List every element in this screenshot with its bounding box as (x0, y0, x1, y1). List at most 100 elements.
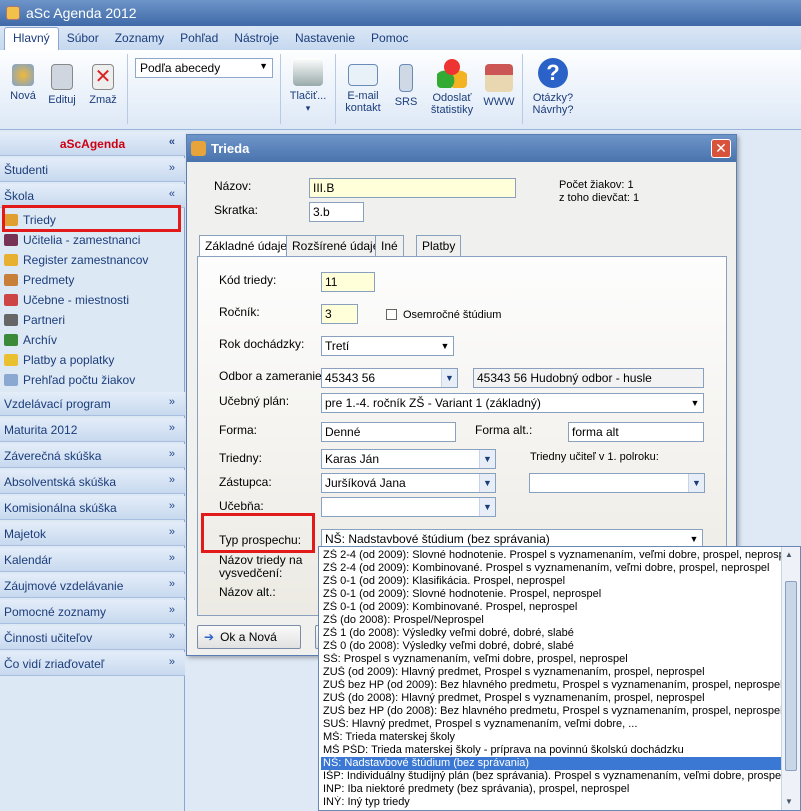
home-icon (485, 64, 513, 92)
list-item[interactable]: IŠP: Individuálny študijný plán (bez spr… (321, 770, 781, 783)
sidebar-section-maturita[interactable]: Maturita 2012» (0, 418, 185, 442)
ucebna-select[interactable]: ▼ (321, 497, 496, 517)
odoslat-statistiky-button[interactable]: Odoslať štatistiky (426, 58, 478, 116)
plan-select[interactable]: pre 1.-4. ročník ZŠ - Variant 1 (základn… (321, 393, 704, 413)
list-item[interactable]: ZŠ 0-1 (od 2009): Klasifikácia. Prospel,… (321, 575, 781, 588)
list-item[interactable]: ZŠ 0-1 (od 2009): Slovné hodnotenie. Pro… (321, 588, 781, 601)
scrollbar[interactable]: ▲ ▼ (781, 547, 800, 810)
forma-alt-input[interactable]: forma alt (568, 422, 704, 442)
menu-zoznamy[interactable]: Zoznamy (107, 28, 172, 50)
list-item[interactable]: ZŠ 1 (do 2008): Výsledky veľmi dobré, do… (321, 627, 781, 640)
sidebar-item-predmety[interactable]: Predmety (4, 270, 74, 290)
ribbon-toolbar: Nová Edituj ✕ Zmaž Podľa abecedy ▼ Tlačiť.… (0, 50, 801, 130)
sidebar-section-pomocne[interactable]: Pomocné zoznamy» (0, 600, 185, 624)
srs-button[interactable]: SRS (392, 64, 420, 108)
forma-input[interactable]: Denné (321, 422, 456, 442)
scrollbar-thumb[interactable] (785, 581, 797, 771)
plan-label: Učebný plán: (219, 394, 290, 408)
teachers-icon (4, 234, 18, 246)
scroll-down-icon[interactable]: ▼ (785, 797, 793, 806)
triedny1-select[interactable]: ▼ (529, 473, 705, 493)
tab-ine[interactable]: Iné (375, 235, 404, 256)
chevron-down-icon: ▼ (441, 369, 457, 387)
ok-nova-button[interactable]: ➔ Ok a Nová (197, 625, 301, 649)
close-button[interactable]: ✕ (711, 139, 731, 158)
sidebar: aScAgenda « Študenti» Škola « Triedy Učite… (0, 132, 185, 811)
list-item[interactable]: MŠ: Trieda materskej školy (321, 731, 781, 744)
highlight-box (201, 513, 315, 553)
www-button[interactable]: WWW (482, 64, 516, 108)
list-item[interactable]: ZUŠ (do 2008): Hlavný predmet, Prospel s… (321, 692, 781, 705)
list-item[interactable]: ZUŠ bez HP (od 2009): Bez hlavného predm… (321, 679, 781, 692)
list-item[interactable]: ZŠ 2-4 (od 2009): Slovné hodnotenie. Pro… (321, 549, 781, 562)
scroll-up-icon[interactable]: ▲ (785, 550, 793, 559)
tab-platby[interactable]: Platby (416, 235, 462, 256)
sidebar-brand: aScAgenda « (0, 132, 185, 156)
zmaz-button[interactable]: ✕ Zmaž (86, 64, 120, 106)
tlacit-button[interactable]: Tlačiť... ▾ (286, 58, 330, 114)
sidebar-item-register[interactable]: Register zamestnancov (4, 250, 148, 270)
collapse-icon[interactable]: « (169, 136, 175, 148)
tab-rozsirene[interactable]: Rozšírené údaje (286, 235, 386, 256)
list-item[interactable]: ZUŠ bez HP (do 2008): Bez hlavného predm… (321, 705, 781, 718)
list-item[interactable]: ZŠ 2-4 (od 2009): Kombinované. Prospel s… (321, 562, 781, 575)
menu-hlavny[interactable]: Hlavný (4, 27, 59, 50)
list-item[interactable]: ZŠ 0-1 (od 2009): Kombinované. Prospel, … (321, 601, 781, 614)
sidebar-section-zaverecna[interactable]: Záverečná skúška» (0, 444, 185, 468)
menu-subor[interactable]: Súbor (59, 28, 107, 50)
odbor-select[interactable]: 45343 56 ▼ (321, 368, 458, 388)
sidebar-item-ucitelia[interactable]: Učitelia - zamestnanci (4, 230, 140, 250)
chevron-down-icon: » (168, 422, 175, 434)
rocnik-input[interactable]: 3 (321, 304, 358, 324)
sidebar-section-studenti[interactable]: Študenti» (0, 158, 185, 182)
sidebar-section-co-vidi[interactable]: Čo vidí zriaďovateľ» (0, 652, 185, 676)
zastupca-select[interactable]: Juršíková Jana ▼ (321, 473, 496, 493)
sidebar-section-komisionalna[interactable]: Komisionálna skúška» (0, 496, 185, 520)
sidebar-section-kalendar[interactable]: Kalendár» (0, 548, 185, 572)
nova-button[interactable]: Nová (8, 64, 38, 102)
dialog-title: Trieda (187, 135, 736, 162)
list-item[interactable]: SUŠ: Hlavný predmet, Prospel s vyznamena… (321, 718, 781, 731)
sidebar-item-prehlad[interactable]: Prehľad počtu žiakov (4, 370, 135, 390)
list-item[interactable]: MŠ PŠD: Trieda materskej školy - príprav… (321, 744, 781, 757)
list-item[interactable]: ZUŠ (od 2009): Hlavný predmet, Prospel s… (321, 666, 781, 679)
triedny-select[interactable]: Karas Ján ▼ (321, 449, 496, 469)
list-item[interactable]: ZŠ 0 (do 2008): Výsledky veľmi dobré, do… (321, 640, 781, 653)
room-icon (4, 294, 18, 306)
sort-dropdown[interactable]: Podľa abecedy ▼ (135, 58, 273, 78)
nazov-input[interactable]: III.B (309, 178, 516, 198)
list-item[interactable]: INÝ: Iný typ triedy (321, 796, 781, 809)
email-kontakt-button[interactable]: E-mail kontakt (341, 64, 385, 114)
list-item[interactable]: ZŠ (do 2008): Prospel/Neprospel (321, 614, 781, 627)
list-item[interactable]: INP: Iba niektoré predmety (bez správani… (321, 783, 781, 796)
sidebar-section-zaujmove[interactable]: Záujmové vzdelávanie» (0, 574, 185, 598)
odbor-description: 45343 56 Hudobný odbor - husle (473, 368, 704, 388)
menu-pomoc[interactable]: Pomoc (363, 28, 416, 50)
otazky-button[interactable]: ? Otázky? Návrhy? (528, 58, 578, 116)
sidebar-item-archiv[interactable]: Archív (4, 330, 57, 350)
sidebar-item-platby[interactable]: Platby a poplatky (4, 350, 114, 370)
kod-input[interactable]: 11 (321, 272, 375, 292)
skratka-input[interactable]: 3.b (309, 202, 364, 222)
sidebar-section-vzdelavaci[interactable]: Vzdelávací program» (0, 392, 185, 416)
list-item-selected[interactable]: NŠ: Nadstavbové štúdium (bez správania) (321, 757, 781, 770)
kod-label: Kód triedy: (219, 273, 277, 287)
typ-prospechu-dropdown-list[interactable]: ZŠ 2-4 (od 2009): Slovné hodnotenie. Pro… (318, 546, 801, 811)
edituj-button[interactable]: Edituj (44, 64, 80, 106)
menu-pohlad[interactable]: Pohľad (172, 28, 226, 50)
sidebar-section-majetok[interactable]: Majetok» (0, 522, 185, 546)
sidebar-item-ucebne[interactable]: Učebne - miestnosti (4, 290, 129, 310)
osemrocne-label: Osemročné štúdium (403, 309, 502, 321)
arrow-right-icon: ➔ (204, 630, 215, 644)
rok-select[interactable]: Tretí ▼ (321, 336, 454, 356)
osemrocne-checkbox[interactable] (386, 309, 397, 320)
sidebar-item-partneri[interactable]: Partneri (4, 310, 65, 330)
menu-nastroje[interactable]: Nástroje (226, 28, 287, 50)
list-item[interactable]: SŠ: Prospel s vyznamenaním, veľmi dobre,… (321, 653, 781, 666)
sidebar-section-absolventska[interactable]: Absolventská skúška» (0, 470, 185, 494)
menubar: Hlavný Súbor Zoznamy Pohľad Nástroje Nas… (0, 26, 801, 50)
sidebar-section-cinnosti[interactable]: Činnosti učiteľov» (0, 626, 185, 650)
nazov-label: Názov: (214, 179, 252, 193)
tab-zakladne[interactable]: Základné údaje (199, 235, 294, 257)
menu-nastavenie[interactable]: Nastavenie (287, 28, 363, 50)
